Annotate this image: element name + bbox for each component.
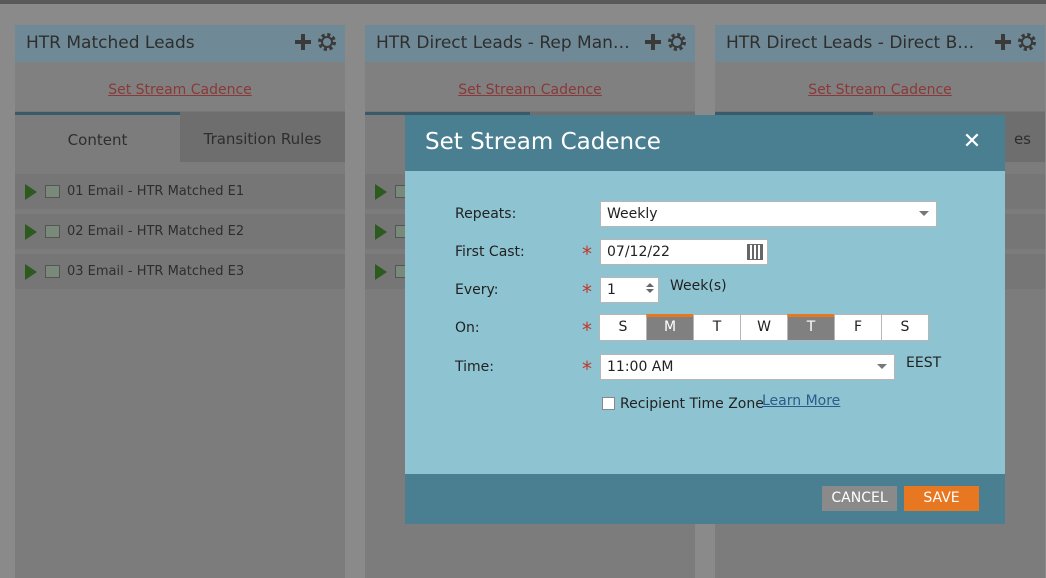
day-toggle-friday[interactable]: F: [834, 314, 882, 341]
time-select[interactable]: 11:00 AM: [600, 354, 895, 380]
stream-header: HTR Direct Leads - Direct Boo...: [715, 25, 1045, 62]
close-icon[interactable]: ✕: [961, 131, 983, 153]
set-stream-cadence-link[interactable]: Set Stream Cadence: [808, 82, 952, 98]
learn-more-link[interactable]: Learn More: [762, 393, 840, 409]
time-label: Time:: [455, 359, 494, 375]
set-stream-cadence-link[interactable]: Set Stream Cadence: [458, 82, 602, 98]
dialog-footer: CANCEL SAVE: [405, 474, 1005, 524]
play-icon[interactable]: [25, 263, 37, 280]
required-icon: *: [582, 318, 592, 342]
cancel-button[interactable]: CANCEL: [822, 486, 897, 511]
dialog-title: Set Stream Cadence: [425, 129, 661, 155]
stepper-arrows-icon[interactable]: [645, 281, 655, 295]
every-label: Every:: [455, 282, 499, 298]
timezone-label: EEST: [906, 355, 942, 371]
stream-header: HTR Direct Leads - Rep Mana...: [365, 25, 695, 62]
gear-icon[interactable]: [317, 32, 337, 52]
set-stream-cadence-dialog: Set Stream Cadence ✕ Repeats: Weekly Fir…: [405, 115, 1005, 524]
list-item[interactable]: 02 Email - HTR Matched E2: [15, 214, 345, 249]
every-value: 1: [607, 282, 616, 298]
play-icon[interactable]: [25, 183, 37, 200]
day-selector: S M T W T F S: [599, 314, 929, 341]
stream-column-1: HTR Matched Leads Set Stream Cadence Con…: [15, 25, 345, 578]
save-button[interactable]: SAVE: [904, 486, 979, 511]
list-item-label: 01 Email - HTR Matched E1: [67, 184, 245, 199]
repeats-value: Weekly: [607, 206, 658, 222]
time-value: 11:00 AM: [607, 359, 674, 375]
on-label: On:: [455, 320, 480, 336]
email-icon: [45, 225, 60, 238]
recipient-time-zone-label: Recipient Time Zone: [620, 396, 764, 412]
every-unit: Week(s): [670, 278, 727, 294]
play-icon[interactable]: [375, 263, 387, 280]
chevron-down-icon: [877, 364, 887, 369]
play-icon[interactable]: [375, 223, 387, 240]
add-icon[interactable]: [993, 32, 1013, 52]
required-icon: *: [582, 242, 592, 266]
tab-transition-rules[interactable]: Transition Rules: [180, 112, 345, 162]
chevron-down-icon: [919, 211, 929, 216]
add-icon[interactable]: [293, 32, 313, 52]
day-toggle-saturday[interactable]: S: [881, 314, 929, 341]
recipient-time-zone-checkbox[interactable]: [602, 397, 615, 410]
repeats-label: Repeats:: [455, 206, 517, 222]
every-stepper[interactable]: 1: [600, 277, 659, 303]
required-icon: *: [582, 280, 592, 304]
list-item-label: 03 Email - HTR Matched E3: [67, 264, 245, 279]
stream-title: HTR Direct Leads - Direct Boo...: [726, 33, 981, 53]
stream-header: HTR Matched Leads: [15, 25, 345, 62]
gear-icon[interactable]: [667, 32, 687, 52]
dialog-header: Set Stream Cadence ✕: [405, 115, 1005, 171]
first-cast-label: First Cast:: [455, 244, 525, 260]
list-item[interactable]: 03 Email - HTR Matched E3: [15, 254, 345, 289]
top-bar: [0, 0, 1046, 4]
stream-title: HTR Direct Leads - Rep Mana...: [376, 33, 631, 53]
email-icon: [45, 265, 60, 278]
tab-content[interactable]: Content: [15, 112, 180, 162]
required-icon: *: [582, 357, 592, 381]
list-item[interactable]: 01 Email - HTR Matched E1: [15, 174, 345, 209]
day-toggle-thursday[interactable]: T: [787, 314, 835, 341]
gear-icon[interactable]: [1017, 32, 1037, 52]
day-toggle-monday[interactable]: M: [646, 314, 694, 341]
first-cast-value: 07/12/22: [607, 244, 670, 260]
day-toggle-sunday[interactable]: S: [599, 314, 647, 341]
play-icon[interactable]: [375, 183, 387, 200]
play-icon[interactable]: [25, 223, 37, 240]
add-icon[interactable]: [643, 32, 663, 52]
first-cast-date-input[interactable]: 07/12/22: [600, 239, 768, 265]
repeats-select[interactable]: Weekly: [600, 201, 937, 227]
calendar-icon[interactable]: [747, 244, 763, 260]
day-toggle-tuesday[interactable]: T: [693, 314, 741, 341]
set-stream-cadence-link[interactable]: Set Stream Cadence: [108, 82, 252, 98]
list-item-label: 02 Email - HTR Matched E2: [67, 224, 245, 239]
stream-title: HTR Matched Leads: [26, 33, 195, 53]
day-toggle-wednesday[interactable]: W: [740, 314, 788, 341]
email-icon: [45, 185, 60, 198]
